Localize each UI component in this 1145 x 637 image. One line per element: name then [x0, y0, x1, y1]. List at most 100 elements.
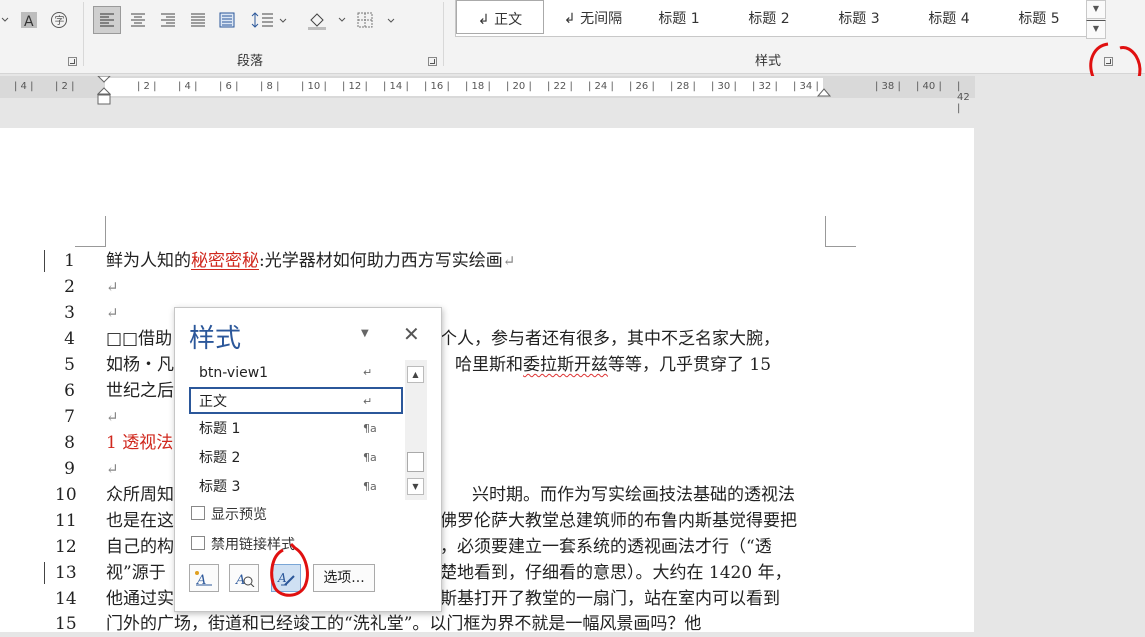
paragraph-style-icon: ↵: [363, 366, 373, 379]
ruler-tick-label: | 12 |: [342, 81, 368, 92]
paragraph-mark: ↵: [106, 304, 119, 322]
line-7: 7 ↵: [0, 404, 974, 430]
ruler-tick-label: | 14 |: [383, 81, 409, 92]
ruler-tick-label: | 20 |: [506, 81, 532, 92]
new-style-button[interactable]: A: [189, 564, 219, 592]
style-item[interactable]: 标题 2 ¶a: [189, 445, 403, 471]
line-14: 14 他通过实 斯基打开了教堂的一扇门，站在室内可以看到: [0, 586, 974, 612]
paragraph-dialog-launcher-icon[interactable]: [428, 57, 437, 66]
paragraph-group-label: 段落: [237, 54, 264, 69]
scroll-down-icon[interactable]: ▼: [407, 478, 424, 495]
line-text: 他通过实: [106, 589, 174, 609]
align-center-icon[interactable]: [126, 6, 150, 34]
justify-icon[interactable]: [186, 6, 210, 34]
line-text: □□借助: [106, 329, 173, 349]
style-inspector-icon: A: [235, 573, 255, 587]
font-dialog-launcher-icon[interactable]: [68, 57, 77, 66]
line-text: 众所周知: [106, 485, 174, 505]
line-number: 2: [64, 277, 75, 297]
svg-text:A: A: [277, 571, 287, 585]
line-spacing-icon[interactable]: [250, 6, 290, 34]
style-inspector-button[interactable]: A: [229, 564, 259, 592]
ruler-tick-label: | 28 |: [670, 81, 696, 92]
gallery-style-heading3[interactable]: 标题 3: [822, 0, 896, 34]
line-text: 也是在这: [106, 511, 174, 531]
distributed-icon[interactable]: [215, 6, 239, 34]
paragraph-mark: ↵: [106, 460, 119, 478]
ruler-tick-label: | 22 |: [547, 81, 573, 92]
styles-list[interactable]: btn-view1 ↵ 正文 ↵ 标题 1 ¶a 标题 2 ¶a 标题 3 ¶a…: [189, 360, 427, 500]
svg-text:字: 字: [55, 14, 65, 27]
right-indent-marker-icon[interactable]: [817, 88, 831, 98]
gallery-style-heading1[interactable]: 标题 1: [642, 0, 716, 34]
gallery-style-no-spacing[interactable]: ↲ 无间隔: [552, 0, 634, 34]
line-text: 个人，参与者还有很多，其中不乏名家大腕，: [440, 329, 780, 349]
tracked-insertion: 秘密密秘: [191, 251, 259, 271]
line-number: 11: [55, 511, 77, 531]
linked-style-icon: ¶a: [363, 422, 377, 435]
line-3: 3 ↵: [0, 300, 974, 326]
pane-options-dropdown-icon[interactable]: ▼: [361, 328, 369, 339]
line-6: 6 世纪之后: [0, 378, 974, 404]
scroll-thumb[interactable]: [407, 452, 424, 472]
line-12: 12 自己的构 ，必须要建立一套系统的透视画法才行（“透: [0, 534, 974, 560]
scroll-up-icon[interactable]: ▲: [407, 366, 424, 383]
line-15: 15 门外的广场，街道和已经竣工的“洗礼堂”。以门框为界不就是一幅风景画吗？他: [0, 611, 974, 637]
ribbon: A 字 段落 ↲ 正文 ↲ 无间隔 标题 1 标题 2 标题 3 标题 4 标题…: [0, 0, 1145, 74]
misspelled-text: 委拉斯开兹: [523, 355, 608, 375]
align-right-icon[interactable]: [156, 6, 180, 34]
show-preview-checkbox[interactable]: [191, 506, 205, 520]
chevron-down-icon[interactable]: [0, 10, 10, 30]
line-11: 11 也是在这 佛罗伦萨大教堂总建筑师的布鲁内斯基觉得要把: [0, 508, 974, 534]
line-number: 6: [64, 381, 75, 401]
line-text: 佛罗伦萨大教堂总建筑师的布鲁内斯基觉得要把: [440, 511, 797, 531]
gallery-more-icon[interactable]: ▼: [1086, 20, 1106, 39]
character-shading-icon[interactable]: A: [18, 8, 40, 32]
gallery-style-heading2[interactable]: 标题 2: [732, 0, 806, 34]
line-13: 13 视”源于 楚地看到，仔细看的意思）。大约在 1420 年，: [0, 560, 974, 586]
styles-list-scrollbar[interactable]: ▲ ▼: [405, 360, 427, 500]
enclose-characters-icon[interactable]: 字: [48, 8, 70, 32]
line-number: 15: [55, 614, 77, 634]
ruler-tick-label: | 42 |: [957, 81, 970, 114]
line-text: 视”源于: [106, 563, 166, 583]
disable-linked-styles-checkbox[interactable]: [191, 536, 205, 550]
ruler-tick-label: | 32 |: [752, 81, 778, 92]
shading-icon[interactable]: [305, 6, 347, 34]
gallery-scroll-down-icon[interactable]: ▼: [1086, 0, 1106, 19]
manage-styles-button[interactable]: A: [271, 564, 301, 592]
svg-text:A: A: [24, 14, 34, 29]
close-icon[interactable]: ✕: [403, 322, 420, 346]
gallery-style-heading4[interactable]: 标题 4: [912, 0, 986, 34]
heading-text: 1 透视法: [106, 433, 174, 453]
line-text: 门外的广场，街道和已经竣工的“洗礼堂”。以门框为界不就是一幅风景画吗？他: [106, 614, 702, 634]
style-item-selected[interactable]: 正文 ↵: [189, 387, 403, 414]
style-item[interactable]: 标题 3 ¶a: [189, 474, 403, 500]
line-text: 等等，几乎贯穿了 15: [608, 355, 772, 375]
linked-style-icon: ¶a: [363, 451, 377, 464]
gallery-scroll: ▼ ▼: [1086, 0, 1106, 39]
gallery-style-heading5[interactable]: 标题 5: [1002, 0, 1076, 34]
styles-dialog-launcher-icon[interactable]: [1104, 57, 1113, 66]
paragraph-mark: ↵: [502, 252, 516, 270]
horizontal-ruler[interactable]: | 4 | | 2 | | 2 | | 4 | | 6 | | 8 | | 10 | | 12…: [0, 76, 975, 114]
borders-icon[interactable]: [355, 6, 397, 34]
line-number: 14: [55, 589, 77, 609]
styles-pane: 样式 ▼ ✕ btn-view1 ↵ 正文 ↵ 标题 1 ¶a 标题 2 ¶a …: [174, 307, 442, 612]
show-preview-label: 显示预览: [211, 507, 267, 523]
options-button[interactable]: 选项...: [313, 564, 375, 592]
line-5: 5 如杨・凡 哈里斯和委拉斯开兹等等，几乎贯穿了 15: [0, 352, 974, 378]
align-left-icon[interactable]: [93, 6, 121, 34]
line-4: 4 □□借助 个人，参与者还有很多，其中不乏名家大腕，: [0, 326, 974, 352]
style-item[interactable]: 标题 1 ¶a: [189, 416, 403, 442]
style-item[interactable]: btn-view1 ↵: [189, 360, 403, 386]
line-10: 10 众所周知 兴时期。而作为写实绘画技法基础的透视法: [0, 482, 974, 508]
line-text: 楚地看到，仔细看的意思）。大约在 1420 年，: [440, 563, 792, 583]
indent-marker-icon[interactable]: [97, 76, 111, 106]
linked-style-icon: ¶a: [363, 480, 377, 493]
disable-linked-styles-label: 禁用链接样式: [211, 537, 295, 553]
ruler-tick-label: | 4 |: [178, 81, 198, 92]
title-rest: :光学器材如何助力西方写实绘画: [259, 251, 503, 271]
new-style-icon: A: [195, 571, 212, 587]
gallery-style-normal[interactable]: ↲ 正文: [456, 0, 544, 34]
